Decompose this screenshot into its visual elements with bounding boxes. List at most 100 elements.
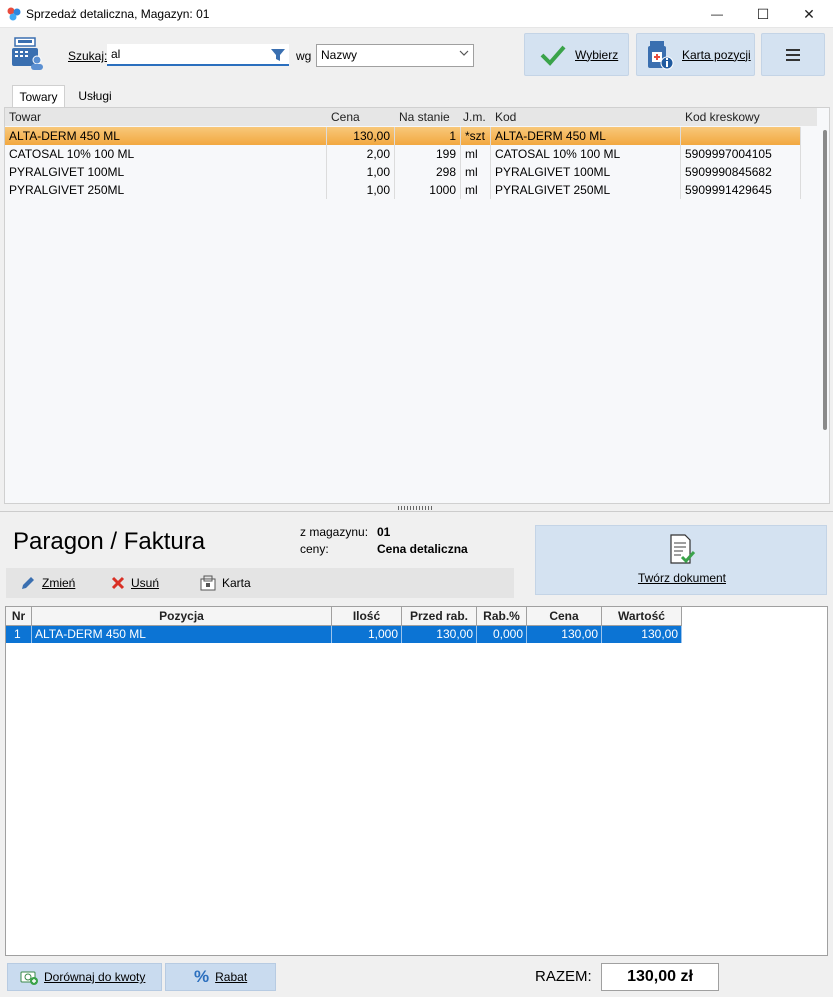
minimize-button[interactable]: — (694, 0, 740, 28)
cell-towar: CATOSAL 10% 100 ML (5, 145, 327, 163)
cell-wartosc: 130,00 (602, 626, 682, 643)
cell-kod: ALTA-DERM 450 ML (491, 127, 681, 145)
column-header-cena[interactable]: Cena (327, 108, 395, 126)
maximize-button[interactable]: ☐ (740, 0, 786, 28)
filter-icon[interactable] (270, 47, 286, 63)
cell-jm: ml (461, 163, 491, 181)
cell-rabat: 0,000 (477, 626, 527, 643)
title-bar: Sprzedaż detaliczna, Magazyn: 01 — ☐ ✕ (0, 0, 833, 28)
card-button-label: Karta (222, 576, 251, 590)
column-header-cena[interactable]: Cena (527, 607, 602, 626)
toolbar: Szukaj: wg Nazwy Wybierz Karta pozycji (0, 28, 833, 84)
column-header-pozycja[interactable]: Pozycja (32, 607, 332, 626)
cell-jm: *szt (461, 127, 491, 145)
close-icon: ✕ (803, 5, 815, 22)
card-lock-icon (200, 575, 216, 591)
search-field-value: Nazwy (321, 48, 358, 62)
edit-button-label: Zmień (42, 576, 76, 590)
cell-ean (681, 127, 801, 145)
price-type-label: ceny: (300, 542, 329, 556)
cell-ean: 5909991429645 (681, 181, 801, 199)
cell-ean: 5909997004105 (681, 145, 801, 163)
column-header-przed-rab[interactable]: Przed rab. (402, 607, 477, 626)
cell-ean: 5909990845682 (681, 163, 801, 181)
delete-button-label: Usuń (131, 576, 160, 590)
tab-uslugi[interactable]: Usługi (70, 85, 120, 107)
delete-x-icon (111, 576, 125, 590)
products-grid-header: Towar Cena Na stanie J.m. Kod Kod kresko… (5, 108, 817, 126)
cash-register-icon (12, 37, 43, 70)
cell-cena: 130,00 (327, 127, 395, 145)
warehouse-value: 01 (377, 525, 391, 539)
hamburger-menu-icon (786, 48, 800, 61)
products-grid[interactable]: Towar Cena Na stanie J.m. Kod Kod kresko… (4, 107, 830, 504)
cell-kod: PYRALGIVET 250ML (491, 181, 681, 199)
item-card-button[interactable]: Karta pozycji (636, 33, 755, 76)
menu-button[interactable] (761, 33, 825, 76)
document-title: Paragon / Faktura (13, 528, 206, 555)
column-header-kod[interactable]: Kod (491, 108, 681, 126)
cell-towar: PYRALGIVET 100ML (5, 163, 327, 181)
tab-uslugi-label: Usługi (78, 89, 112, 103)
checkmark-icon (540, 45, 566, 66)
maximize-icon: ☐ (756, 5, 770, 22)
column-header-rabat[interactable]: Rab.% (477, 607, 527, 626)
column-header-ilosc[interactable]: Ilość (332, 607, 402, 626)
panel-splitter[interactable] (0, 505, 833, 512)
add-money-icon (20, 971, 38, 985)
splitter-grip-icon[interactable] (398, 506, 434, 510)
pencil-icon (22, 577, 34, 589)
column-header-wartosc[interactable]: Wartość (602, 607, 682, 626)
search-input[interactable] (107, 44, 289, 66)
window-title: Sprzedaż detaliczna, Magazyn: 01 (26, 7, 210, 21)
search-field-select[interactable]: Nazwy (316, 44, 474, 67)
cell-kod: CATOSAL 10% 100 ML (491, 145, 681, 163)
cell-jm: ml (461, 181, 491, 199)
medicine-info-icon (648, 40, 674, 69)
warehouse-label: z magazynu: (300, 525, 369, 539)
delete-button[interactable]: Usuń (111, 574, 159, 592)
select-button-label: Wybierz (575, 47, 619, 62)
document-items-grid[interactable]: Nr Pozycja Ilość Przed rab. Rab.% Cena W… (5, 606, 828, 956)
card-button[interactable]: Karta (200, 574, 251, 592)
column-header-nr[interactable]: Nr (6, 607, 32, 626)
close-button[interactable]: ✕ (786, 0, 832, 28)
column-header-kod-kreskowy[interactable]: Kod kreskowy (681, 108, 801, 126)
cell-kod: PYRALGIVET 100ML (491, 163, 681, 181)
document-check-icon (670, 534, 696, 564)
total-value: 130,00 zł (601, 963, 719, 991)
percent-icon: % (194, 967, 210, 986)
select-button[interactable]: Wybierz (524, 33, 629, 76)
cell-stan: 298 (395, 163, 461, 181)
cell-cena: 1,00 (327, 163, 395, 181)
cell-stan: 199 (395, 145, 461, 163)
item-card-button-label: Karta pozycji (682, 47, 751, 62)
column-header-towar[interactable]: Towar (5, 108, 327, 126)
column-header-stan[interactable]: Na stanie (395, 108, 461, 126)
table-row[interactable]: 1 ALTA-DERM 450 ML 1,000 130,00 0,000 13… (6, 626, 682, 643)
cell-stan: 1 (395, 127, 461, 145)
table-row[interactable]: ALTA-DERM 450 ML 130,00 1 *szt ALTA-DERM… (5, 127, 801, 145)
edit-button[interactable]: Zmień (20, 574, 75, 592)
wg-label: wg (296, 49, 312, 63)
cell-cena: 130,00 (527, 626, 602, 643)
cell-nr: 1 (6, 626, 32, 643)
discount-label: Rabat (215, 970, 248, 984)
tab-towary[interactable]: Towary (12, 85, 65, 107)
column-header-jm[interactable]: J.m. (459, 108, 491, 126)
cell-cena: 1,00 (327, 181, 395, 199)
match-amount-button[interactable]: Dorównaj do kwoty (7, 963, 162, 991)
item-actions-bar: Zmień Usuń Karta (6, 568, 514, 598)
table-row[interactable]: CATOSAL 10% 100 ML 2,00 199 ml CATOSAL 1… (5, 145, 801, 163)
discount-button[interactable]: % Rabat (165, 963, 276, 991)
table-row[interactable]: PYRALGIVET 250ML 1,00 1000 ml PYRALGIVET… (5, 181, 801, 199)
cell-stan: 1000 (395, 181, 461, 199)
cell-towar: ALTA-DERM 450 ML (5, 127, 327, 145)
cell-jm: ml (461, 145, 491, 163)
create-document-button[interactable]: Twórz dokument (535, 525, 827, 595)
cell-przed-rab: 130,00 (402, 626, 477, 643)
table-row[interactable]: PYRALGIVET 100ML 1,00 298 ml PYRALGIVET … (5, 163, 801, 181)
vertical-scrollbar[interactable] (823, 130, 827, 430)
cell-pozycja: ALTA-DERM 450 ML (32, 626, 332, 643)
minimize-icon: — (711, 7, 723, 21)
